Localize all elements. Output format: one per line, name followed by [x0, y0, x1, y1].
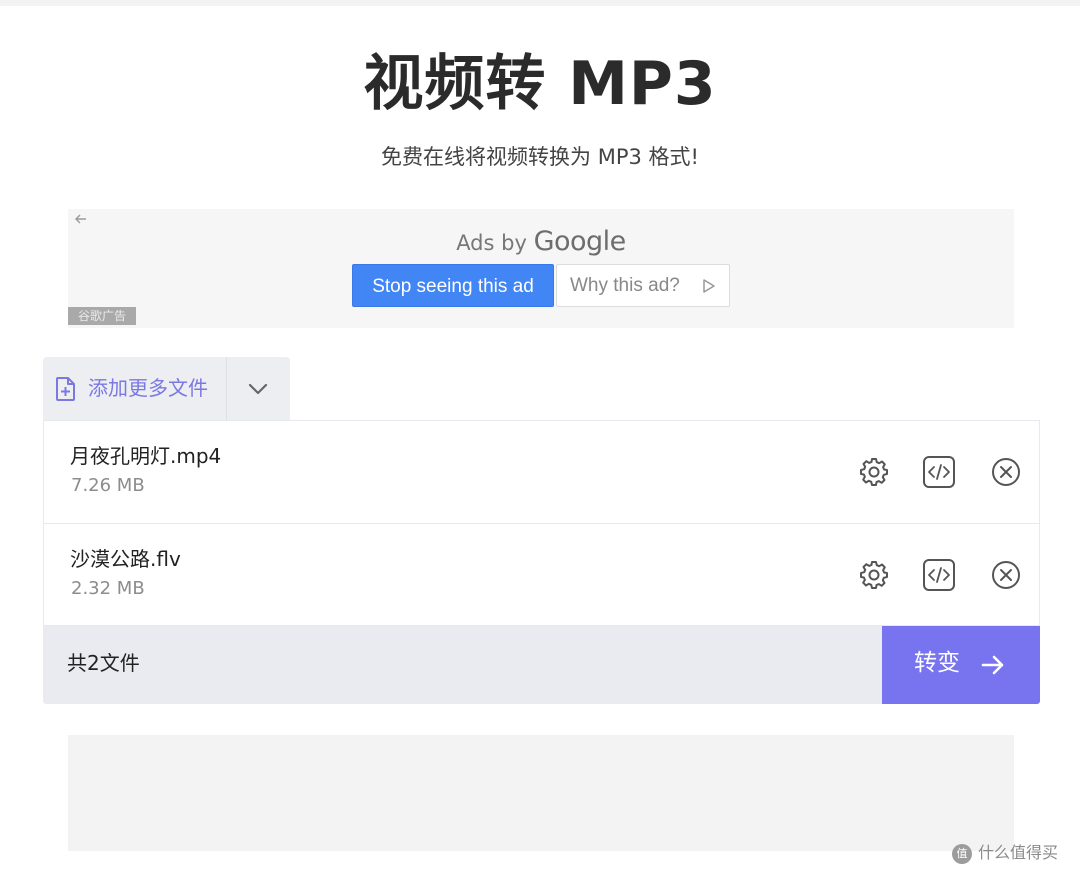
top-strip — [0, 0, 1080, 6]
file-row: 月夜孔明灯.mp4 7.26 MB — [44, 421, 1039, 524]
watermark-text: 什么值得买 — [978, 843, 1059, 862]
page-title: 视频转 MP3 — [363, 49, 717, 119]
gear-icon — [860, 561, 888, 589]
ad-placeholder — [68, 735, 1014, 851]
embed-code-button[interactable] — [921, 557, 957, 593]
arrow-right-icon — [981, 655, 1004, 675]
file-name: 沙漠公路.flv — [70, 547, 181, 571]
close-circle-icon — [992, 458, 1020, 486]
why-this-ad-label: Why this ad? — [570, 275, 680, 296]
file-footer: 共2文件 转变 — [43, 626, 1040, 704]
file-list: 月夜孔明灯.mp4 7.26 MB 沙漠公路.flv 2.32 MB — [43, 420, 1040, 626]
remove-file-button[interactable] — [988, 557, 1024, 593]
convert-label: 转变 — [914, 650, 960, 676]
add-more-files-button[interactable]: 添加更多文件 — [43, 357, 226, 420]
page-subtitle: 免费在线将视频转换为 MP3 格式! — [381, 145, 699, 169]
add-files-dropdown-toggle[interactable] — [227, 357, 290, 420]
play-outline-icon — [703, 279, 715, 293]
gear-icon — [860, 458, 888, 486]
watermark-logo: 值 — [952, 843, 972, 864]
convert-button[interactable]: 转变 — [882, 626, 1040, 704]
remove-file-button[interactable] — [988, 454, 1024, 490]
add-more-files-label: 添加更多文件 — [88, 376, 208, 400]
file-count: 共2文件 — [67, 651, 140, 675]
ad-tag: 谷歌广告 — [68, 307, 136, 325]
file-row: 沙漠公路.flv 2.32 MB — [44, 524, 1039, 626]
chevron-down-icon — [248, 383, 268, 395]
file-size: 7.26 MB — [71, 475, 145, 496]
ads-by-label: Ads by — [456, 231, 527, 255]
file-name: 月夜孔明灯.mp4 — [70, 444, 222, 468]
settings-button[interactable] — [856, 454, 892, 490]
stop-seeing-ad-button[interactable]: Stop seeing this ad — [352, 264, 554, 307]
embed-code-button[interactable] — [921, 454, 957, 490]
close-circle-icon — [992, 561, 1020, 589]
google-logo: Google — [533, 226, 627, 257]
ad-heading: Ads by Google — [68, 227, 1014, 258]
watermark: 值什么值得买 — [952, 841, 1058, 865]
file-plus-icon — [56, 377, 75, 401]
settings-button[interactable] — [856, 557, 892, 593]
why-this-ad-button[interactable]: Why this ad? — [556, 264, 730, 307]
add-files-bar: 添加更多文件 — [43, 357, 290, 420]
code-icon — [923, 559, 955, 591]
code-icon — [923, 456, 955, 488]
ad-banner: Ads by Google Stop seeing this ad Why th… — [68, 209, 1014, 328]
file-size: 2.32 MB — [71, 578, 145, 599]
